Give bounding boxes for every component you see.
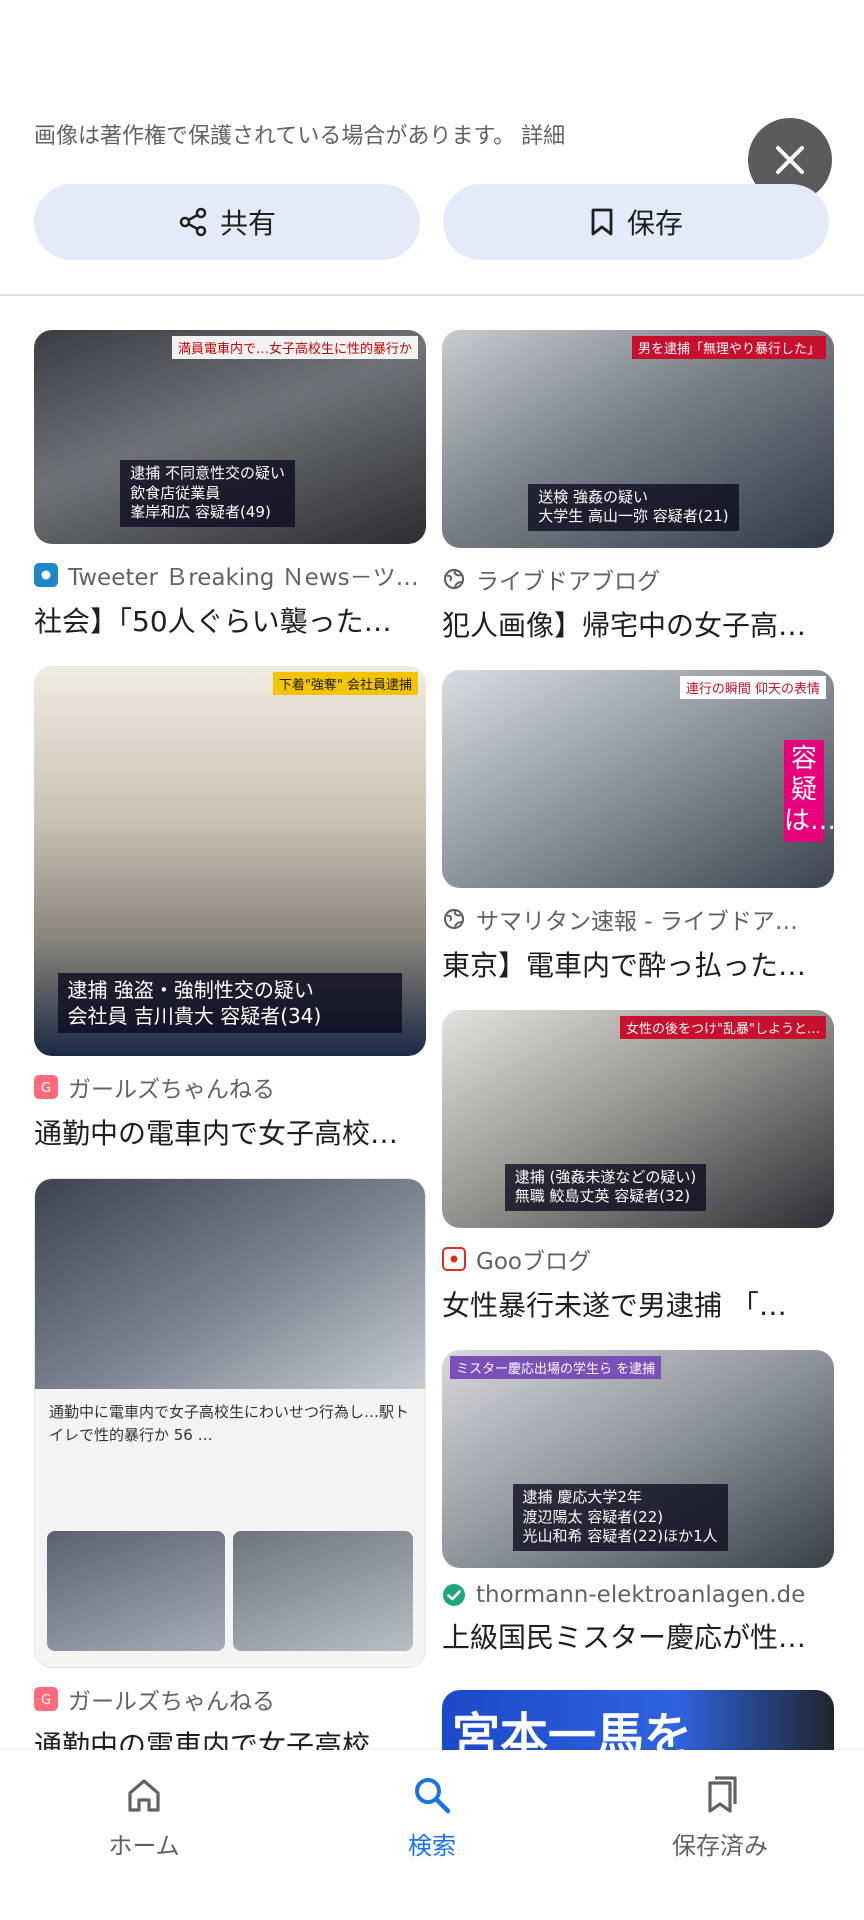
result-source: thormann-elektroanlagen.de: [442, 1582, 834, 1608]
result-card[interactable]: 連行の瞬間 仰天の表情 容疑は… サマリタン速報 - ライブドア… 東京】電車内…: [442, 670, 834, 984]
caption-line: 大学生 高山一弥 容疑者(21): [538, 507, 729, 526]
result-source-name: サマリタン速報 - ライブドア…: [476, 909, 798, 935]
result-title[interactable]: 上級国民ミスター慶応が性…: [442, 1616, 834, 1656]
share-button[interactable]: 共有: [34, 184, 420, 260]
caption-line: 逮捕 慶応大学2年: [522, 1488, 642, 1507]
result-title[interactable]: 女性暴行未遂で男逮捕 「…: [442, 1284, 834, 1324]
image-thumbnail: [233, 1531, 413, 1651]
result-source: サマリタン速報 - ライブドア…: [442, 902, 834, 936]
bottom-navigation: ホーム 検索 保存済み: [0, 1750, 864, 1920]
image-thumbnail: [47, 1531, 225, 1651]
caption-line: 送検 強姦の疑い: [538, 487, 649, 506]
result-source-name: Tweeter Ｂreaking Ｎews－ツ…: [68, 565, 419, 591]
nav-search[interactable]: 検索: [332, 1774, 532, 1861]
goo-icon: [442, 1247, 466, 1271]
result-image[interactable]: 連行の瞬間 仰天の表情 容疑は…: [442, 670, 834, 888]
share-icon: [179, 207, 207, 237]
image-photo: [35, 1179, 425, 1389]
girls-channel-icon: G: [34, 1075, 58, 1099]
save-button[interactable]: 保存: [443, 184, 829, 260]
result-card[interactable]: 下着"強奪" 会社員逮捕 逮捕 強盗・強制性交の疑い 会社員 吉川貴大 容疑者(…: [34, 666, 426, 1152]
caption-line: 渡辺陽太 容疑者(22): [522, 1507, 664, 1526]
nav-saved-label: 保存済み: [672, 1832, 768, 1860]
image-caption: 容疑は…: [784, 740, 834, 842]
image-caption: 逮捕 (強姦未遂などの疑い) 無職 鮫島丈英 容疑者(32): [504, 1163, 707, 1211]
caption-line: 峯岸和広 容疑者(49): [130, 503, 271, 522]
result-image[interactable]: 下着"強奪" 会社員逮捕 逮捕 強盗・強制性交の疑い 会社員 吉川貴大 容疑者(…: [34, 666, 426, 1056]
image-caption-tag: 満員電車内で…女子高校生に性的暴行か: [171, 336, 418, 359]
result-image[interactable]: ミスター慶応出場の学生ら を逮捕 逮捕 慶応大学2年 渡辺陽太 容疑者(22) …: [442, 1350, 834, 1568]
result-title[interactable]: 犯人画像】帰宅中の女子高…: [442, 604, 834, 644]
image-caption-tag: 下着"強奪" 会社員逮捕: [272, 672, 418, 695]
result-title[interactable]: 通勤中の電車内で女子高校…: [34, 1112, 426, 1152]
svg-text:G: G: [41, 1081, 51, 1095]
image-caption-tag: 男を逮捕「無理やり暴行した」: [631, 336, 826, 359]
result-card[interactable]: ミスター慶応出場の学生ら を逮捕 逮捕 慶応大学2年 渡辺陽太 容疑者(22) …: [442, 1350, 834, 1656]
result-source-name: ガールズちゃんねる: [68, 1689, 275, 1715]
caption-line: 無職 鮫島丈英 容疑者(32): [514, 1187, 691, 1206]
result-card[interactable]: 満員電車内で…女子高校生に性的暴行か 逮捕 不同意性交の疑い 飲食店従業員 峯岸…: [34, 330, 426, 640]
result-source: G ガールズちゃんねる: [34, 1682, 426, 1716]
result-title[interactable]: 東京】電車内で酔っ払った…: [442, 944, 834, 984]
nav-search-label: 検索: [408, 1832, 456, 1860]
caption-line: 会社員 吉川貴大 容疑者(34): [67, 1003, 322, 1028]
image-caption: 逮捕 不同意性交の疑い 飲食店従業員 峯岸和広 容疑者(49): [120, 460, 296, 527]
result-image[interactable]: 女性の後をつけ"乱暴"しようと… 逮捕 (強姦未遂などの疑い) 無職 鮫島丈英 …: [442, 1010, 834, 1228]
image-caption: 逮捕 強盗・強制性交の疑い 会社員 吉川貴大 容疑者(34): [57, 972, 403, 1033]
search-icon: [415, 1778, 451, 1814]
tweeter-icon: [34, 563, 58, 587]
home-icon: [128, 1779, 160, 1812]
globe-icon: [443, 568, 465, 590]
svg-text:G: G: [41, 1693, 51, 1707]
save-label: 保存: [626, 207, 683, 240]
result-card[interactable]: 男を逮捕「無理やり暴行した」 送検 強姦の疑い 大学生 高山一弥 容疑者(21)…: [442, 330, 834, 644]
image-caption-tag: 連行の瞬間 仰天の表情: [679, 676, 826, 699]
result-source-name: thormann-elektroanlagen.de: [476, 1582, 806, 1608]
result-source: Gooブログ: [442, 1242, 834, 1276]
caption-line: 逮捕 (強姦未遂などの疑い): [514, 1167, 697, 1186]
share-label: 共有: [219, 207, 276, 240]
result-source: ライブドアブログ: [442, 562, 834, 596]
image-caption-tag: ミスター慶応出場の学生ら を逮捕: [450, 1356, 662, 1379]
nav-home-label: ホーム: [108, 1832, 180, 1860]
globe-icon: [443, 908, 465, 930]
result-title[interactable]: 社会】「50人ぐらい襲った…: [34, 600, 426, 640]
result-source-name: Gooブログ: [476, 1249, 591, 1275]
detail-link[interactable]: 詳細: [521, 124, 565, 149]
result-image[interactable]: 満員電車内で…女子高校生に性的暴行か 逮捕 不同意性交の疑い 飲食店従業員 峯岸…: [34, 330, 426, 544]
result-card[interactable]: 通勤中に電車内で女子高校生にわいせつ行為し…駅トイレで性的暴行か 56 … G …: [34, 1178, 426, 1764]
saved-collections-icon: [708, 1776, 737, 1813]
result-source-name: ガールズちゃんねる: [68, 1077, 275, 1103]
result-image[interactable]: 通勤中に電車内で女子高校生にわいせつ行為し…駅トイレで性的暴行か 56 …: [34, 1178, 426, 1668]
caption-line: 飲食店従業員: [130, 483, 221, 502]
result-image[interactable]: 男を逮捕「無理やり暴行した」 送検 強姦の疑い 大学生 高山一弥 容疑者(21): [442, 330, 834, 548]
image-caption: 逮捕 慶応大学2年 渡辺陽太 容疑者(22) 光山和希 容疑者(22)ほか1人: [512, 1484, 728, 1551]
result-source: G ガールズちゃんねる: [34, 1070, 426, 1104]
caption-line: 逮捕 不同意性交の疑い: [130, 464, 286, 483]
copyright-notice: 画像は著作権で保護されている場合があります。 詳細: [34, 118, 565, 150]
verified-icon: [443, 1584, 465, 1606]
image-caption: 送検 強姦の疑い 大学生 高山一弥 容疑者(21): [528, 483, 739, 531]
caption-line: 光山和希 容疑者(22)ほか1人: [522, 1527, 718, 1546]
close-icon: [776, 146, 804, 174]
image-caption-tag: 女性の後をつけ"乱暴"しようと…: [620, 1016, 826, 1039]
result-source: Tweeter Ｂreaking Ｎews－ツ…: [34, 558, 426, 592]
nav-saved[interactable]: 保存済み: [620, 1774, 820, 1861]
copyright-notice-text: 画像は著作権で保護されている場合があります。: [34, 124, 516, 149]
image-caption: 通勤中に電車内で女子高校生にわいせつ行為し…駅トイレで性的暴行か 56 …: [49, 1403, 410, 1444]
girls-channel-icon: G: [34, 1687, 58, 1711]
divider: [0, 294, 864, 296]
result-source-name: ライブドアブログ: [476, 569, 660, 595]
caption-line: 逮捕 強盗・強制性交の疑い: [67, 977, 314, 1002]
nav-home[interactable]: ホーム: [44, 1774, 244, 1861]
result-card[interactable]: 女性の後をつけ"乱暴"しようと… 逮捕 (強姦未遂などの疑い) 無職 鮫島丈英 …: [442, 1010, 834, 1324]
bookmark-icon: [591, 208, 613, 236]
